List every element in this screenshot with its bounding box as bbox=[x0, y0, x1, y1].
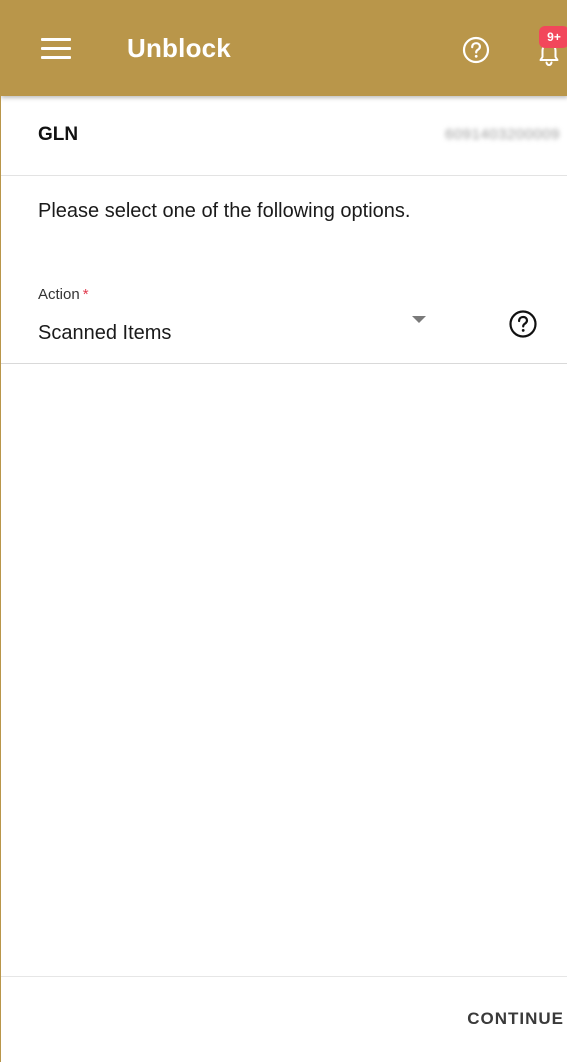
page-title: Unblock bbox=[127, 33, 231, 63]
gln-value: 6091403200009 bbox=[445, 126, 560, 143]
unblock-screen: Unblock 9+ GLN 6091403200009 Please sele… bbox=[0, 0, 567, 1062]
action-select[interactable]: Action * Scanned Items bbox=[1, 280, 567, 364]
action-label-text: Action bbox=[38, 286, 80, 303]
help-icon[interactable] bbox=[461, 35, 491, 65]
action-help-icon[interactable] bbox=[507, 308, 539, 340]
notification-badge: 9+ bbox=[539, 26, 567, 48]
action-label: Action * bbox=[38, 286, 89, 303]
footer-bar: CONTINUE bbox=[1, 976, 567, 1062]
action-selected-value: Scanned Items bbox=[38, 322, 172, 344]
gln-row: GLN 6091403200009 bbox=[1, 96, 567, 176]
notifications-button[interactable]: 9+ bbox=[531, 26, 567, 70]
app-bar: Unblock 9+ bbox=[1, 0, 567, 96]
menu-icon[interactable] bbox=[41, 38, 71, 60]
instruction-text: Please select one of the following optio… bbox=[38, 200, 411, 222]
required-marker: * bbox=[82, 286, 89, 303]
gln-label: GLN bbox=[38, 124, 79, 145]
continue-button[interactable]: CONTINUE bbox=[467, 1009, 564, 1029]
dropdown-arrow-icon[interactable] bbox=[412, 316, 426, 323]
